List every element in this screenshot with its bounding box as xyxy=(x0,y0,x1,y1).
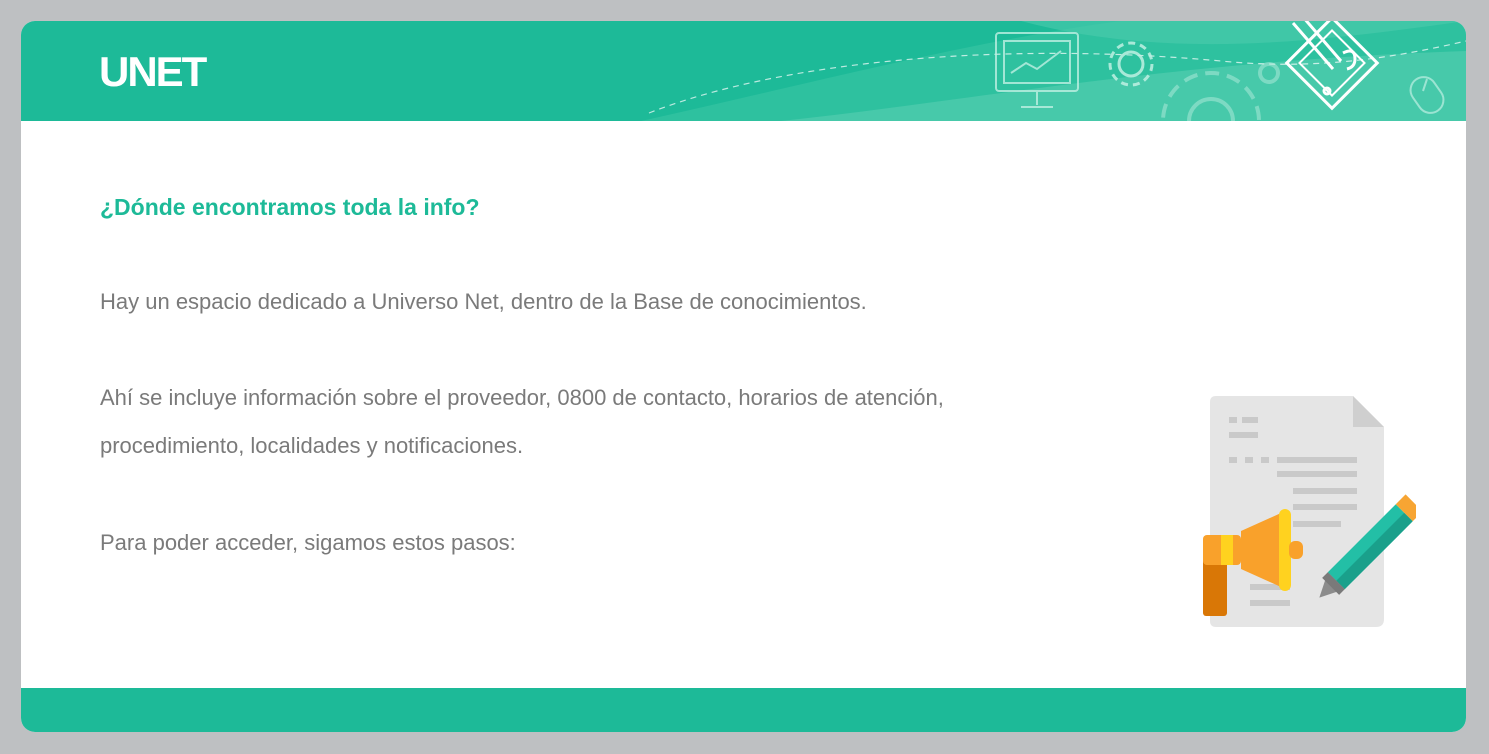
paragraph-intro: Hay un espacio dedicado a Universo Net, … xyxy=(100,289,867,314)
header-banner: UNET xyxy=(21,21,1466,121)
paragraph-details-line-2: procedimiento, localidades y notificacio… xyxy=(100,433,524,458)
paragraph-details: Ahí se incluye información sobre el prov… xyxy=(100,374,944,470)
paragraph-details-line-1: Ahí se incluye información sobre el prov… xyxy=(100,385,944,410)
document-megaphone-pencil-icon xyxy=(1203,396,1416,627)
footer-bar xyxy=(21,688,1466,732)
unet-logo: UNET xyxy=(99,48,207,95)
slide: UNET ¿Dónde encontramos toda la info? Ha… xyxy=(21,21,1466,732)
paragraph-steps: Para poder acceder, sigamos estos pasos: xyxy=(100,530,516,555)
section-heading: ¿Dónde encontramos toda la info? xyxy=(100,194,480,220)
header-decoration xyxy=(641,21,1466,121)
